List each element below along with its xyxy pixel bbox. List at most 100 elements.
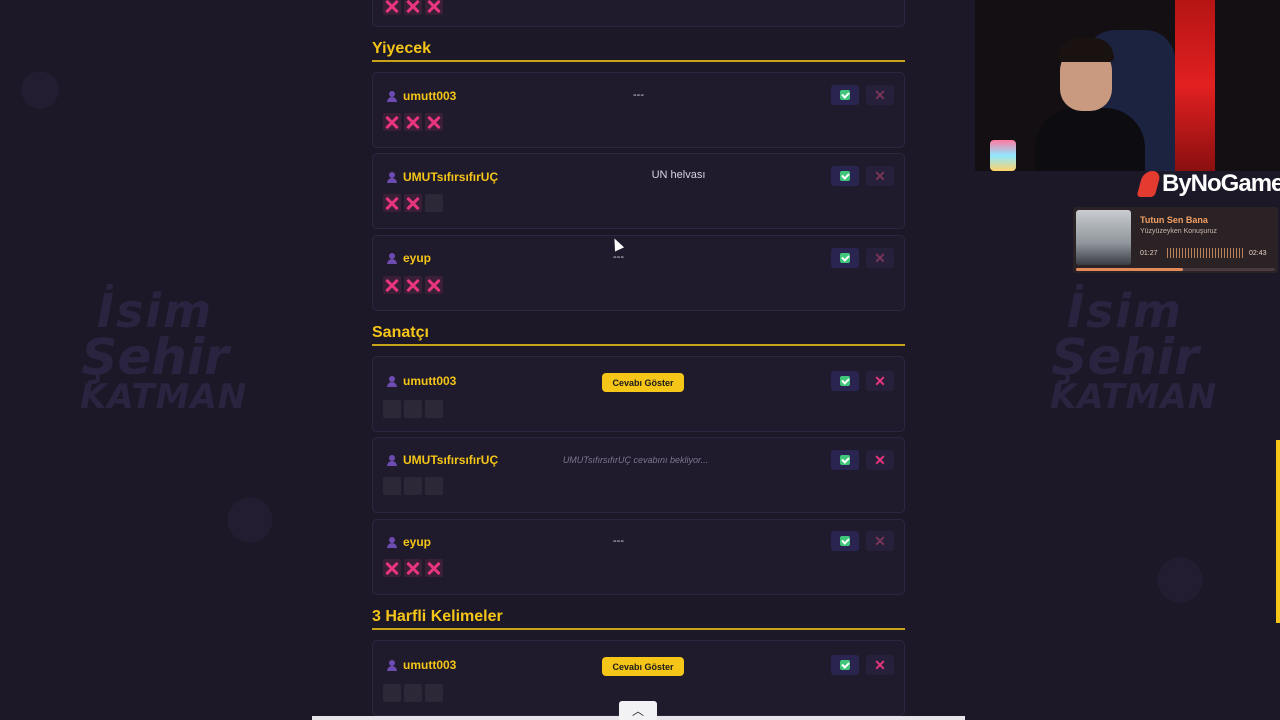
answer-card: umutt003 Cevabı Göster ✕: [372, 356, 905, 432]
waveform: [1167, 248, 1245, 258]
progress-bar: [1076, 268, 1275, 271]
user-icon: [387, 659, 397, 671]
approve-button[interactable]: [831, 166, 859, 186]
section-title: 3 Harfli Kelimeler: [372, 608, 503, 625]
watermark-logo-right: İsim Şehir KATMAN: [1050, 288, 1218, 418]
approve-button[interactable]: [831, 371, 859, 391]
vote-rejected-icon: [425, 113, 443, 131]
watermark-line2: Şehir: [1051, 327, 1199, 386]
chevron-up-icon: ︿: [631, 704, 644, 718]
reject-button[interactable]: ✕: [866, 371, 894, 391]
reject-button[interactable]: ✕: [866, 531, 894, 551]
watermark-line3: KATMAN: [80, 377, 248, 418]
duration-time: 02:43: [1249, 250, 1267, 257]
close-icon: ✕: [874, 657, 886, 673]
vote-boxes: [383, 276, 443, 294]
music-player-widget: Tutun Sen Bana Yüzyüzeyken Konuşuruz 01:…: [1073, 207, 1278, 273]
album-cover: [1076, 210, 1131, 265]
vote-boxes: [383, 400, 443, 418]
vote-boxes: [383, 194, 443, 212]
vote-empty-box: [425, 194, 443, 212]
vote-rejected-icon: [404, 276, 422, 294]
check-icon: [840, 536, 850, 546]
vote-empty-box: [383, 477, 401, 495]
section-divider: [372, 60, 905, 62]
check-icon: [840, 660, 850, 670]
close-icon: ✕: [874, 250, 886, 266]
close-icon: ✕: [874, 373, 886, 389]
scroll-up-button[interactable]: ︿: [619, 701, 657, 720]
check-icon: [840, 455, 850, 465]
show-answer-button[interactable]: Cevabı Göster: [602, 657, 684, 676]
answer-card: eyup --- ✕: [372, 235, 905, 311]
answer-card: UMUTsıfırsıfırUÇ UN helvası ✕: [372, 153, 905, 229]
approve-button[interactable]: [831, 85, 859, 105]
show-answer-button[interactable]: Cevabı Göster: [602, 373, 684, 392]
song-title: Tutun Sen Bana: [1140, 215, 1208, 225]
check-icon: [840, 90, 850, 100]
reject-button[interactable]: ✕: [866, 655, 894, 675]
answer-card: UMUTsıfırsıfırUÇ UMUTsıfırsıfırUÇ cevabı…: [372, 437, 905, 513]
section-title: Sanatçı: [372, 324, 429, 341]
username: umutt003: [403, 658, 457, 672]
close-icon: ✕: [874, 533, 886, 549]
user-icon: [387, 375, 397, 387]
section-title: Yiyecek: [372, 40, 432, 57]
section-divider: [372, 344, 905, 346]
approve-button[interactable]: [831, 248, 859, 268]
vote-rejected-icon: [404, 113, 422, 131]
vote-empty-box: [404, 400, 422, 418]
vote-rejected-icon: [383, 559, 401, 577]
brand-logo: ByNoGame: [1136, 170, 1280, 198]
vote-boxes: [383, 684, 443, 702]
answer-text: ---: [613, 251, 624, 263]
vote-empty-box: [404, 477, 422, 495]
approve-button[interactable]: [831, 531, 859, 551]
scrollbar[interactable]: [1276, 440, 1280, 623]
answer-card: eyup --- ✕: [372, 519, 905, 595]
vote-empty-box: [425, 684, 443, 702]
player-name: umutt003: [387, 374, 456, 388]
vote-rejected-icon: [404, 0, 422, 15]
vote-empty-box: [425, 400, 443, 418]
vote-boxes: [383, 559, 443, 577]
user-icon: [387, 171, 397, 183]
check-icon: [840, 376, 850, 386]
brand-name: ByNoGame: [1162, 170, 1280, 197]
vote-empty-box: [383, 684, 401, 702]
approve-button[interactable]: [831, 655, 859, 675]
vote-empty-box: [425, 477, 443, 495]
vote-rejected-icon: [383, 194, 401, 212]
reject-button[interactable]: ✕: [866, 166, 894, 186]
vote-rejected-icon: [404, 559, 422, 577]
vote-empty-box: [383, 400, 401, 418]
section-divider: [372, 628, 905, 630]
vote-rejected-icon: [425, 276, 443, 294]
approve-button[interactable]: [831, 450, 859, 470]
answer-text: UN helvası: [651, 169, 706, 181]
close-icon: ✕: [874, 452, 886, 468]
vote-rejected-icon: [425, 559, 443, 577]
vote-rejected-icon: [425, 0, 443, 15]
vote-rejected-icon: [383, 113, 401, 131]
vote-boxes: [383, 113, 443, 131]
artist-name: Yüzyüzeyken Konuşuruz: [1140, 228, 1218, 235]
check-icon: [840, 171, 850, 181]
vote-rejected-icon: [383, 276, 401, 294]
username: umutt003: [403, 374, 457, 388]
close-icon: ✕: [874, 168, 886, 184]
vote-rejected-icon: [404, 194, 422, 212]
watermark-line3: KATMAN: [1050, 377, 1218, 418]
vote-boxes: [383, 477, 443, 495]
vote-rejected-icon: [383, 0, 401, 15]
watermark-logo-left: İsim Şehir KATMAN: [80, 288, 248, 418]
vote-boxes: [383, 0, 443, 15]
watermark-line2: Şehir: [81, 327, 229, 386]
answer-card: umutt003 --- ✕: [372, 72, 905, 148]
reject-button[interactable]: ✕: [866, 248, 894, 268]
answer-card: [372, 0, 905, 27]
webcam-feed: [975, 0, 1280, 171]
reject-button[interactable]: ✕: [866, 85, 894, 105]
reject-button[interactable]: ✕: [866, 450, 894, 470]
vote-empty-box: [404, 684, 422, 702]
